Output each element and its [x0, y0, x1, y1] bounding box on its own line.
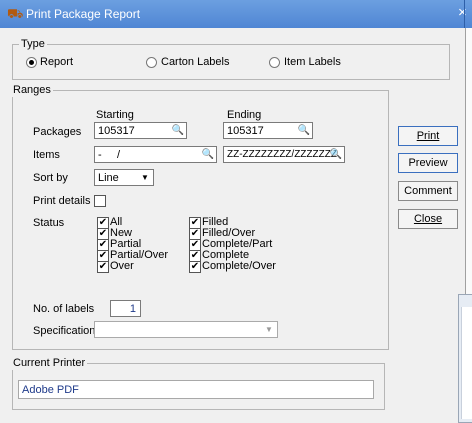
- packages-end-search-icon[interactable]: 🔍: [297, 124, 311, 137]
- chevron-down-icon[interactable]: ▼: [138, 171, 152, 184]
- window-title: Print Package Report: [26, 7, 141, 21]
- background-window-fragment: [458, 294, 472, 423]
- status-over-label: Over: [110, 260, 134, 272]
- labels-count-label: No. of labels: [33, 303, 95, 315]
- items-start-search-icon[interactable]: 🔍: [201, 148, 215, 161]
- close-button[interactable]: Close: [398, 209, 458, 229]
- items-label: Items: [33, 149, 60, 161]
- print-details-checkbox[interactable]: [94, 195, 106, 207]
- current-printer-group: Current Printer Adobe PDF: [11, 356, 385, 410]
- status-over-checkbox[interactable]: ✔: [97, 261, 109, 273]
- radio-report-label: Report: [40, 56, 74, 68]
- print-details-label: Print details: [33, 195, 91, 207]
- labels-count-field[interactable]: 1: [110, 300, 141, 317]
- status-complete-over-label: Complete/Over: [202, 260, 276, 272]
- status-label: Status: [33, 217, 65, 229]
- chevron-down-icon[interactable]: ▼: [262, 323, 276, 336]
- ranges-group: Ranges Starting Ending Packages 105317 🔍…: [11, 83, 389, 350]
- app-icon: ⛟: [7, 6, 24, 21]
- ending-header: Ending: [227, 109, 262, 121]
- close-window-button[interactable]: ×: [458, 5, 467, 21]
- radio-carton-labels-label: Carton Labels: [161, 56, 230, 68]
- radio-report[interactable]: [26, 57, 37, 68]
- title-bar: ⛟ Print Package Report ×: [0, 0, 472, 28]
- packages-start-search-icon[interactable]: 🔍: [171, 124, 185, 137]
- comment-button[interactable]: Comment: [398, 181, 458, 201]
- type-group: Type Report Carton Labels Item Labels: [12, 37, 450, 80]
- status-complete-over-checkbox[interactable]: ✔: [189, 261, 201, 273]
- print-button[interactable]: Print: [398, 126, 458, 146]
- specification-select[interactable]: ▼: [94, 321, 278, 338]
- items-end-field[interactable]: ZZ-ZZZZZZZZ/ZZZZZZZ 🔍: [223, 146, 345, 163]
- preview-button[interactable]: Preview: [398, 153, 458, 173]
- items-start-field[interactable]: - / 🔍: [94, 146, 217, 163]
- sort-by-label: Sort by: [33, 172, 68, 184]
- sort-by-select[interactable]: Line ▼: [94, 169, 154, 186]
- ranges-group-label: Ranges: [11, 83, 53, 97]
- window-edge: [464, 0, 465, 28]
- current-printer-label: Current Printer: [11, 356, 88, 370]
- radio-item-labels[interactable]: [269, 57, 280, 68]
- specification-label: Specification: [33, 325, 96, 337]
- packages-start-field[interactable]: 105317 🔍: [94, 122, 187, 139]
- packages-label: Packages: [33, 126, 82, 138]
- packages-end-field[interactable]: 105317 🔍: [223, 122, 313, 139]
- items-end-search-icon[interactable]: 🔍: [329, 148, 343, 161]
- current-printer-field[interactable]: Adobe PDF: [18, 380, 374, 399]
- starting-header: Starting: [96, 109, 134, 121]
- radio-carton-labels[interactable]: [146, 57, 157, 68]
- type-group-label: Type: [19, 37, 47, 51]
- radio-item-labels-label: Item Labels: [284, 56, 341, 68]
